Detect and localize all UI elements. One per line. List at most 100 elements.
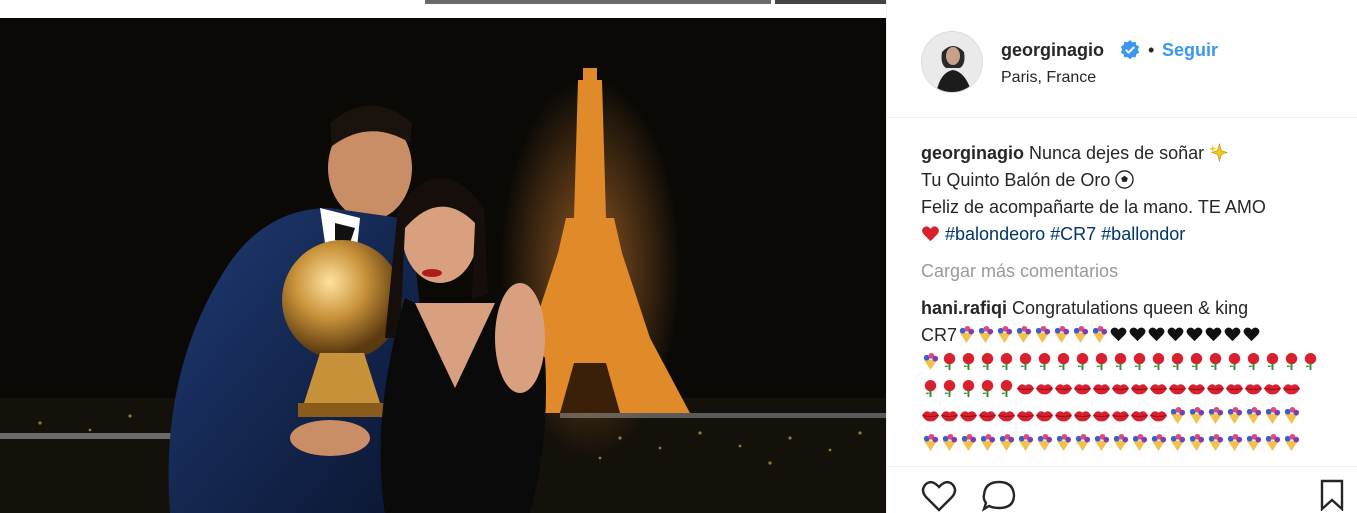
bouquet-icon [1265,406,1281,425]
kiss-mark-icon [1054,384,1073,395]
caption-line-2: Tu Quinto Balón de Oro [921,170,1111,190]
emoji-row [921,349,1341,376]
caption-username[interactable]: georginagio [921,143,1024,163]
rose-icon [1076,352,1089,371]
black-heart-icon [1129,327,1146,342]
kiss-mark-icon [940,411,959,422]
bouquet-icon [1035,325,1051,344]
black-heart-icon [1243,327,1260,342]
kiss-mark-icon [1225,384,1244,395]
verified-badge-icon [1120,40,1140,60]
red-heart-icon [922,226,939,242]
kiss-mark-icon [1168,384,1187,395]
hashtag-ballondor[interactable]: #ballondor [1101,224,1185,244]
photo-top-strip [0,0,886,18]
hashtag-balondeoro[interactable]: #balondeoro [945,224,1045,244]
bouquet-icon [1092,325,1108,344]
bouquet-icon [959,325,975,344]
separator-dot: • [1148,40,1155,60]
kiss-mark-icon [1092,411,1111,422]
bouquet-icon [1265,433,1281,452]
rose-icon [1285,352,1298,371]
post-photo[interactable] [0,0,886,513]
kiss-mark-icon [1016,411,1035,422]
comment-emoji-block [921,325,1341,457]
bouquet-icon [1227,433,1243,452]
bouquet-icon [1246,433,1262,452]
kiss-mark-icon [1130,411,1149,422]
kiss-mark-icon [1149,384,1168,395]
black-heart-icon [1167,327,1184,342]
bouquet-icon [1151,433,1167,452]
emoji-row [921,430,1341,457]
bouquet-icon [942,433,958,452]
rose-icon [981,379,994,398]
rose-icon [981,352,994,371]
emoji-row [921,376,1341,403]
rose-icon [943,352,956,371]
like-heart-icon[interactable] [921,479,957,513]
kiss-mark-icon [1111,384,1130,395]
bookmark-icon[interactable] [1319,479,1345,511]
rose-icon [1247,352,1260,371]
rose-icon [1095,352,1108,371]
rose-icon [962,379,975,398]
rose-icon [1038,352,1051,371]
kiss-mark-icon [959,411,978,422]
follow-button[interactable]: Seguir [1162,40,1218,61]
bouquet-icon [1208,406,1224,425]
kiss-mark-icon [1016,384,1035,395]
post-location[interactable]: Paris, France [1001,69,1096,87]
bouquet-icon [1073,325,1089,344]
comment-item: hani.rafiqi Congratulations queen & king… [921,295,1341,457]
bouquet-icon [1094,433,1110,452]
bouquet-icon [997,325,1013,344]
rose-icon [1190,352,1203,371]
comment-username[interactable]: hani.rafiqi [921,298,1007,318]
rose-icon [1114,352,1127,371]
bouquet-icon [1189,433,1205,452]
kiss-mark-icon [1263,384,1282,395]
avatar-image [922,32,982,92]
bouquet-icon [1056,433,1072,452]
strip-segment [425,0,771,4]
bouquet-icon [980,433,996,452]
kiss-mark-icon [1187,384,1206,395]
bouquet-icon [1018,433,1034,452]
rose-icon [1266,352,1279,371]
load-more-comments[interactable]: Cargar más comentarios [921,258,1341,285]
kiss-mark-icon [978,411,997,422]
kiss-mark-icon [1035,384,1054,395]
kiss-mark-icon [1111,411,1130,422]
soccer-ball-icon [1115,170,1135,189]
post-actions [887,466,1357,513]
bouquet-icon [1189,406,1205,425]
bouquet-icon [1284,406,1300,425]
comment-icon[interactable] [981,479,1017,513]
bouquet-icon [1016,325,1032,344]
caption-line-1: Nunca dejes de soñar [1029,143,1205,163]
bouquet-icon [978,325,994,344]
bouquet-icon [1208,433,1224,452]
bouquet-icon [1113,433,1129,452]
post-username[interactable]: georginagio [1001,40,1104,61]
avatar[interactable] [921,31,983,93]
bouquet-icon [999,433,1015,452]
rose-icon [1000,352,1013,371]
rose-icon [1133,352,1146,371]
photo-image [0,18,886,513]
bouquet-icon [961,433,977,452]
kiss-mark-icon [1206,384,1225,395]
strip-segment [775,0,886,4]
bouquet-icon [1170,406,1186,425]
kiss-mark-icon [1130,384,1149,395]
kiss-mark-icon [1054,411,1073,422]
kiss-mark-icon [1092,384,1111,395]
rose-icon [962,352,975,371]
post-caption: georginagio Nunca dejes de soñar Tu Quin… [921,140,1341,248]
kiss-mark-icon [921,411,940,422]
hashtag-cr7[interactable]: #CR7 [1050,224,1096,244]
emoji-row [957,325,1261,345]
emoji-row [921,403,1341,430]
black-heart-icon [1205,327,1222,342]
